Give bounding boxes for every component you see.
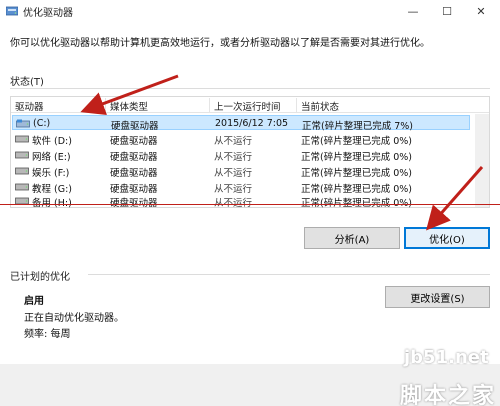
change-settings-button[interactable]: 更改设置(S) [385, 286, 490, 308]
media-type: 硬盘驱动器 [110, 168, 158, 179]
last-run-time: 从不运行 [214, 168, 253, 179]
drive-name: 网络 (E:) [32, 152, 71, 163]
last-run-time: 2015/6/12 7:05 [215, 118, 289, 129]
title-bar: 优化驱动器 — ☐ ✕ [0, 0, 500, 22]
optimize-button[interactable]: 优化(O) [404, 227, 490, 249]
column-divider[interactable] [105, 98, 106, 112]
last-run-time: 从不运行 [214, 136, 253, 147]
table-row[interactable]: 软件 (D:) 硬盘驱动器 从不运行 正常(碎片整理已完成 0%) [12, 131, 470, 147]
column-header-status[interactable]: 当前状态 [301, 99, 339, 113]
drive-name: 备用 (H:) [32, 195, 72, 209]
table-row[interactable]: 教程 (G:) 硬盘驱动器 从不运行 正常(碎片整理已完成 0%) [12, 179, 470, 195]
media-type: 硬盘驱动器 [110, 195, 158, 209]
status-section-label: 状态(T) [10, 77, 44, 88]
current-status: 正常(碎片整理已完成 0%) [301, 168, 413, 179]
current-status: 正常(碎片整理已完成 0%) [301, 152, 413, 163]
media-type: 硬盘驱动器 [111, 121, 159, 132]
watermark-site: jb51.net [404, 347, 489, 368]
current-status: 正常(碎片整理已完成 7%) [302, 121, 414, 132]
analyze-button[interactable]: 分析(A) [304, 227, 400, 249]
schedule-frequency: 频率: 每周 [24, 329, 71, 340]
media-type: 硬盘驱动器 [110, 136, 158, 147]
status-divider [10, 88, 490, 89]
column-divider[interactable] [209, 98, 210, 112]
table-row[interactable]: 娱乐 (F:) 硬盘驱动器 从不运行 正常(碎片整理已完成 0%) [12, 163, 470, 179]
column-header-drive[interactable]: 驱动器 [15, 99, 44, 113]
table-row[interactable]: 网络 (E:) 硬盘驱动器 从不运行 正常(碎片整理已完成 0%) [12, 147, 470, 163]
drive-name: 娱乐 (F:) [32, 168, 70, 179]
watermark-name: 脚本之家 [400, 384, 497, 406]
current-status: 正常(碎片整理已完成 0%) [301, 136, 413, 147]
drive-icon [16, 119, 30, 128]
drive-icon [15, 135, 29, 143]
optimize-drives-app-icon [6, 6, 18, 16]
minimize-button[interactable]: — [396, 0, 430, 22]
schedule-description: 正在自动优化驱动器。 [24, 313, 124, 324]
drive-icon [15, 183, 29, 191]
drive-name: (C:) [33, 118, 51, 129]
scheduled-section-label: 已计划的优化 [10, 272, 70, 283]
drive-list[interactable]: 驱动器 媒体类型 上一次运行时间 当前状态 (C:) 硬盘驱动器 2015/6/… [10, 96, 490, 209]
column-divider[interactable] [296, 98, 297, 112]
column-header-last-run[interactable]: 上一次运行时间 [214, 99, 281, 113]
annotation-line [0, 204, 500, 205]
close-button[interactable]: ✕ [464, 0, 498, 22]
drive-icon [15, 151, 29, 159]
window-title: 优化驱动器 [23, 8, 73, 19]
table-row[interactable]: (C:) 硬盘驱动器 2015/6/12 7:05 正常(碎片整理已完成 7%) [12, 115, 470, 132]
maximize-button[interactable]: ☐ [430, 0, 464, 22]
last-run-time: 从不运行 [214, 152, 253, 163]
column-header-media-type[interactable]: 媒体类型 [110, 99, 148, 113]
current-status: 正常(碎片整理已完成 0%) [301, 195, 412, 209]
list-scrollbar[interactable] [475, 114, 489, 207]
schedule-state: 启用 [24, 296, 44, 307]
scheduled-divider [88, 274, 490, 275]
media-type: 硬盘驱动器 [110, 152, 158, 163]
table-row[interactable]: 备用 (H:) 硬盘驱动器 从不运行 正常(碎片整理已完成 0%) [12, 193, 470, 209]
drive-icon [15, 167, 29, 175]
last-run-time: 从不运行 [214, 195, 252, 209]
drive-name: 软件 (D:) [32, 136, 72, 147]
list-header: 驱动器 媒体类型 上一次运行时间 当前状态 [11, 97, 489, 113]
page-description: 你可以优化驱动器以帮助计算机更高效地运行，或者分析驱动器以了解是否需要对其进行优… [10, 38, 430, 49]
